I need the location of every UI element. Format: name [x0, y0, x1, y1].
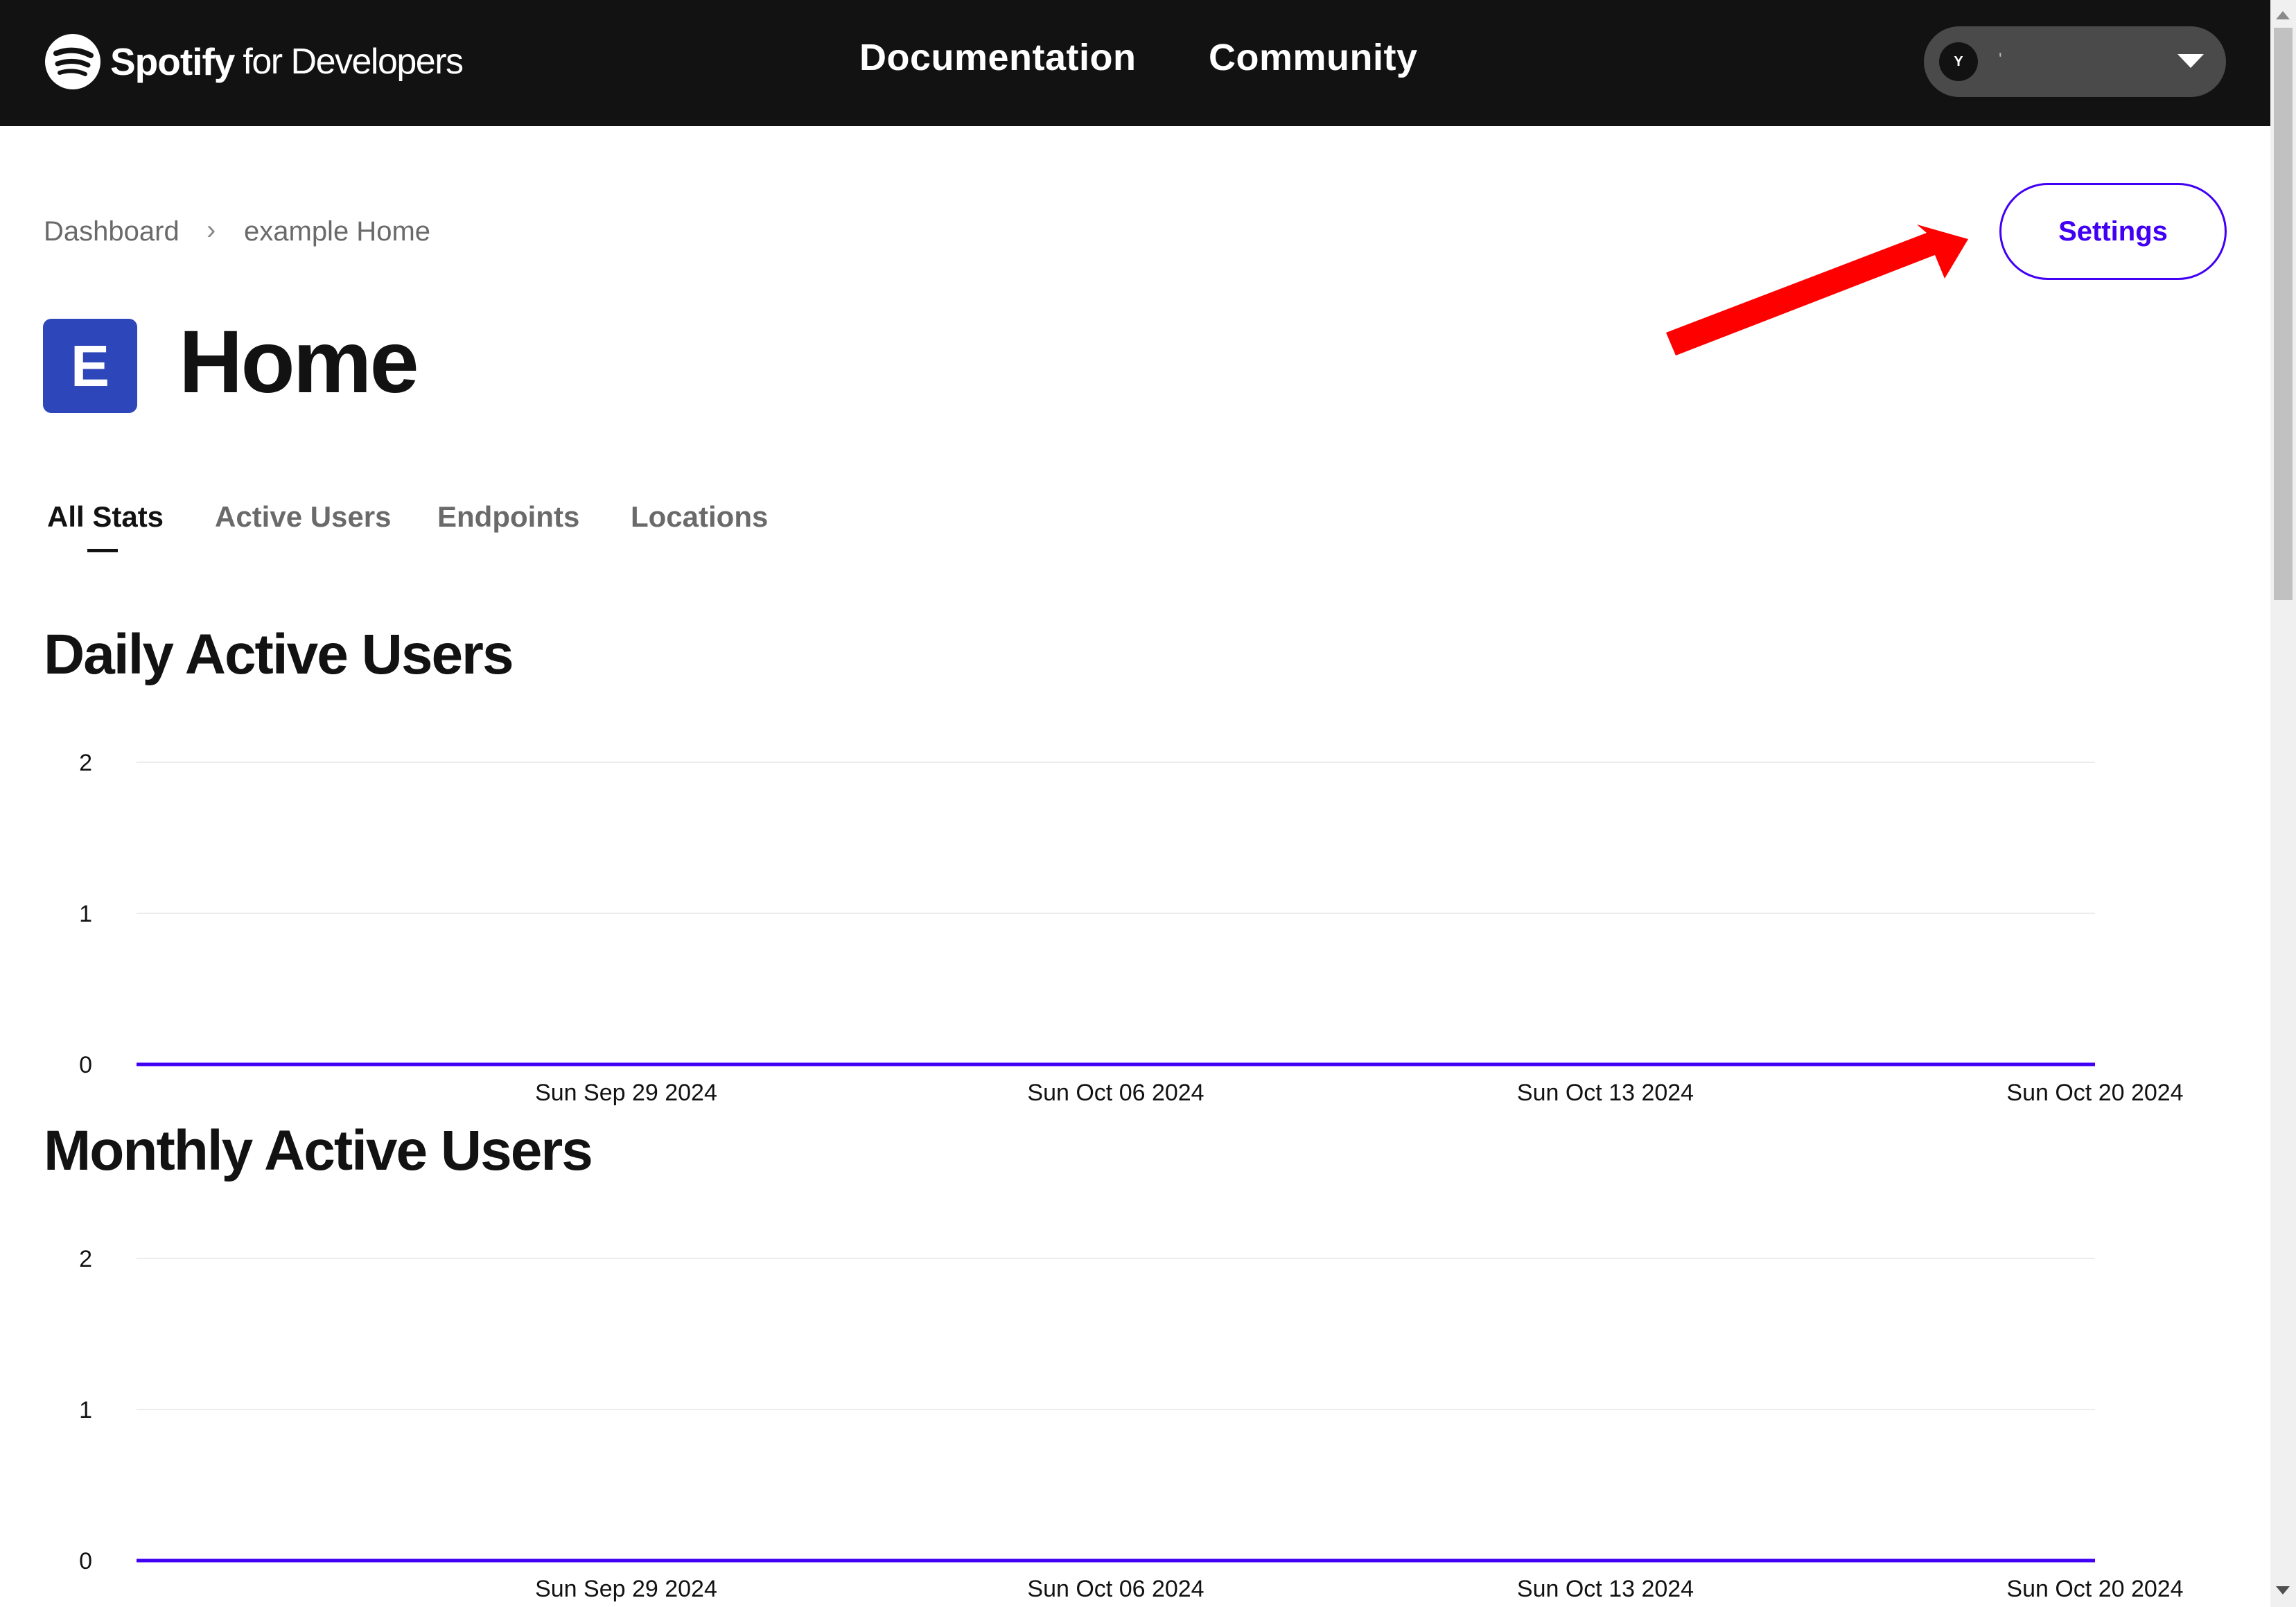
- tab-endpoints[interactable]: Endpoints: [437, 500, 579, 534]
- daily-active-users-chart: 2 1 0 Sun Sep 29 2024 Sun Oct 06 2024 Sun Oct…: [79, 750, 2184, 1106]
- app-icon: E: [43, 319, 137, 413]
- nav-community[interactable]: Community: [1209, 36, 1418, 79]
- y-tick-label: 1: [79, 1397, 92, 1423]
- monthly-active-users-chart: 2 1 0 Sun Sep 29 2024 Sun Oct 06 2024 Sun Oct…: [79, 1246, 2184, 1602]
- nav-documentation[interactable]: Documentation: [859, 36, 1137, 79]
- x-tick-label: Sun Oct 13 2024: [1517, 1080, 1694, 1106]
- chevron-right-icon: ›: [207, 215, 216, 245]
- user-name: ': [1999, 50, 2002, 69]
- daily-active-users-title: Daily Active Users: [44, 623, 514, 686]
- x-tick-label: Sun Oct 20 2024: [2006, 1576, 2183, 1602]
- avatar: Y: [1939, 42, 1978, 81]
- y-tick-label: 0: [79, 1052, 92, 1078]
- brand-subtitle: for Developers: [243, 42, 464, 82]
- top-navigation-bar: Spotify for Developers Documentation Com…: [0, 0, 2270, 126]
- monthly-active-users-title: Monthly Active Users: [44, 1119, 593, 1182]
- y-tick-label: 0: [79, 1548, 92, 1574]
- y-tick-label: 2: [79, 1246, 92, 1272]
- breadcrumb-current: example Home: [244, 216, 431, 247]
- x-tick-label: Sun Sep 29 2024: [535, 1576, 717, 1602]
- x-tick-label: Sun Oct 20 2024: [2006, 1080, 2183, 1106]
- x-tick-label: Sun Sep 29 2024: [535, 1080, 717, 1106]
- page-title: Home: [179, 313, 419, 412]
- scroll-down-arrow-icon[interactable]: [2276, 1586, 2290, 1595]
- y-tick-label: 2: [79, 750, 92, 776]
- tab-active-users[interactable]: Active Users: [215, 500, 391, 534]
- scroll-up-arrow-icon[interactable]: [2276, 11, 2290, 19]
- settings-button[interactable]: Settings: [1999, 183, 2227, 280]
- user-menu-button[interactable]: Y ': [1924, 26, 2226, 97]
- annotation-arrow-icon: [1666, 225, 1968, 355]
- active-tab-indicator: [87, 549, 118, 552]
- brand-name: Spotify: [110, 40, 235, 83]
- tab-all-stats[interactable]: All Stats: [47, 500, 164, 534]
- tab-locations[interactable]: Locations: [631, 500, 768, 534]
- spotify-developers-logo[interactable]: Spotify for Developers: [44, 33, 464, 91]
- x-tick-label: Sun Oct 06 2024: [1027, 1080, 1204, 1106]
- breadcrumb-dashboard[interactable]: Dashboard: [44, 216, 179, 247]
- x-tick-label: Sun Oct 13 2024: [1517, 1576, 1694, 1602]
- caret-down-icon: [2177, 54, 2204, 68]
- spotify-logo-icon: [45, 34, 100, 89]
- y-tick-label: 1: [79, 901, 92, 927]
- scrollbar-thumb[interactable]: [2274, 28, 2293, 600]
- x-tick-label: Sun Oct 06 2024: [1027, 1576, 1204, 1602]
